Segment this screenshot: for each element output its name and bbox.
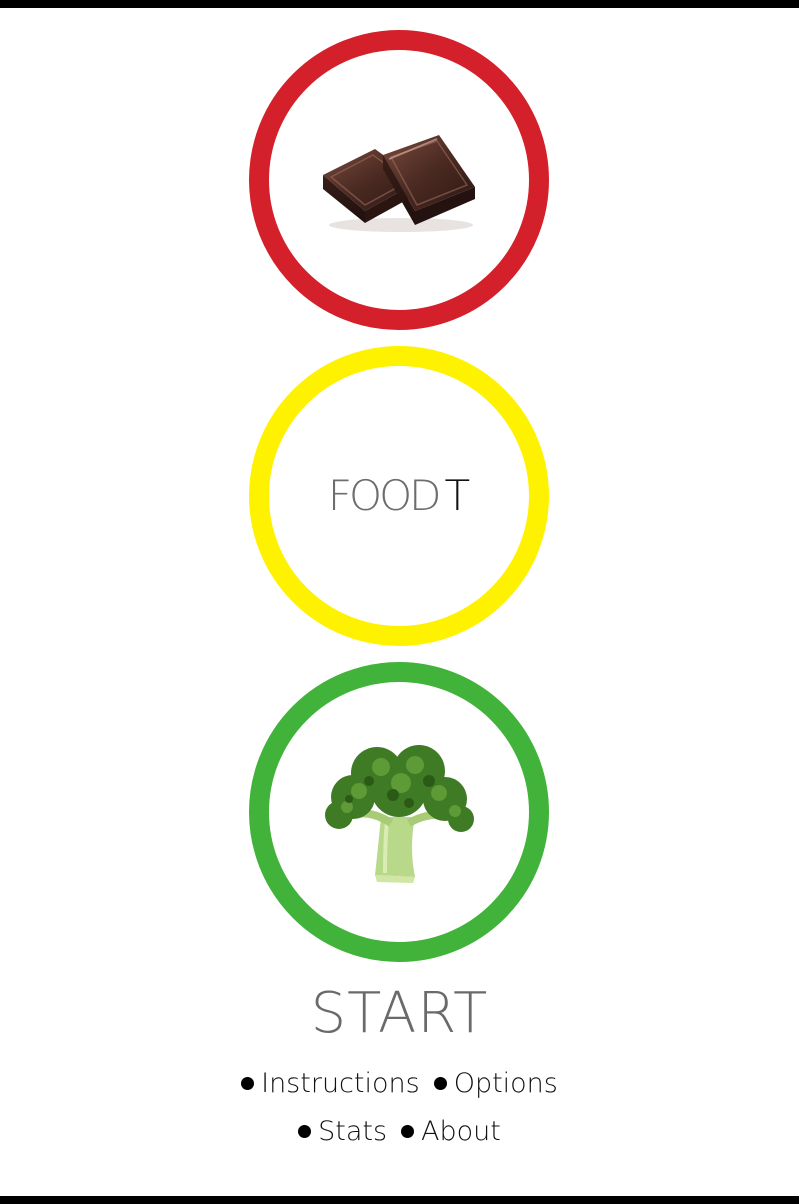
- bullet-icon: [298, 1125, 312, 1138]
- menu-item-label: Instructions: [261, 1068, 420, 1099]
- menu-item-label: About: [421, 1116, 501, 1147]
- chocolate-image: [323, 135, 475, 232]
- menu-item-stats[interactable]: Stats: [298, 1118, 387, 1145]
- menu-row-1: Instructions Options: [0, 1070, 799, 1097]
- broccoli-image: [325, 745, 474, 883]
- menu-item-about[interactable]: About: [401, 1118, 501, 1145]
- bullet-icon: [241, 1077, 255, 1090]
- logo-text-food: FOOD: [327, 471, 442, 520]
- menu-item-label: Options: [453, 1068, 558, 1099]
- menu-item-label: Stats: [318, 1116, 388, 1147]
- green-light-circle: [249, 662, 549, 962]
- menu-item-instructions[interactable]: Instructions: [241, 1070, 420, 1097]
- app-logo: FOOD T: [328, 475, 470, 517]
- yellow-light-circle: FOOD T: [249, 346, 549, 646]
- bullet-icon: [433, 1077, 447, 1090]
- main-screen: FOOD T START Instructions Options Stats …: [0, 8, 799, 1196]
- logo-text-t: T: [444, 471, 471, 520]
- start-button[interactable]: START: [0, 986, 799, 1042]
- menu-item-options[interactable]: Options: [433, 1068, 558, 1099]
- menu-row-2: Stats About: [0, 1118, 799, 1145]
- bullet-icon: [401, 1125, 415, 1138]
- red-light-circle: [249, 30, 549, 330]
